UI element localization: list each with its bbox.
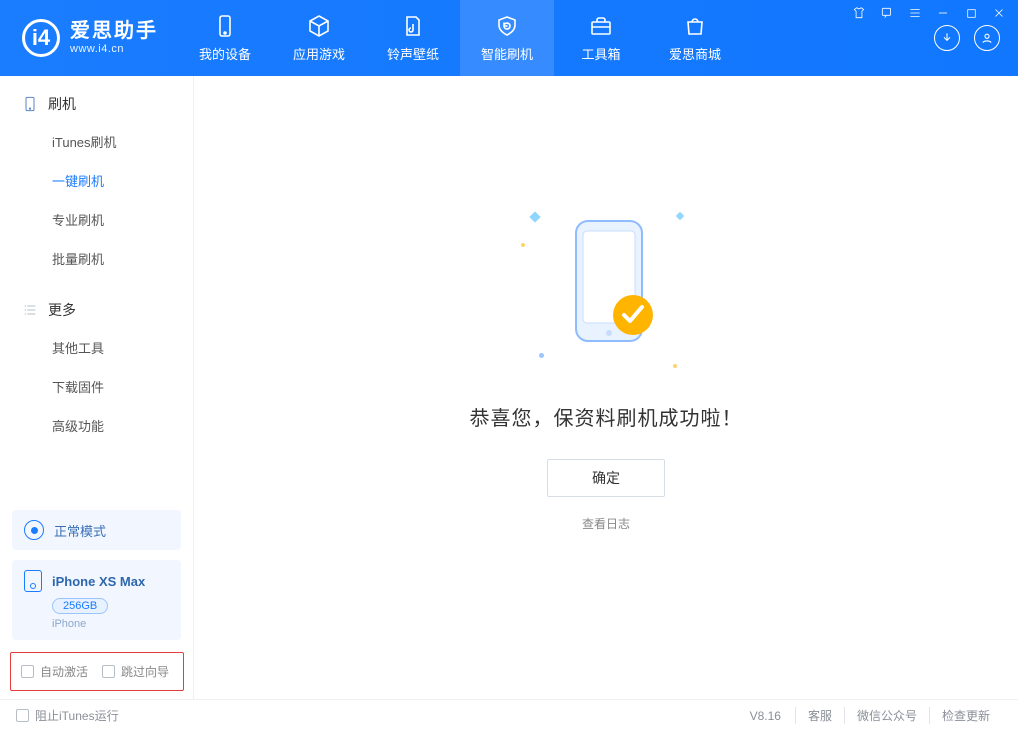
shopping-bag-icon (683, 14, 707, 38)
sidebar-item-itunes-flash[interactable]: iTunes刷机 (0, 122, 193, 161)
nav-label: 工具箱 (581, 44, 620, 63)
download-button[interactable] (934, 25, 960, 51)
device-card[interactable]: iPhone XS Max 256GB iPhone (12, 560, 181, 640)
nav-ringtones-wallpapers[interactable]: 铃声壁纸 (366, 0, 460, 76)
sidebar-heading-label: 更多 (48, 300, 76, 320)
sidebar-group-flash: 刷机 iTunes刷机 一键刷机 专业刷机 批量刷机 (0, 76, 193, 282)
main-content: 恭喜您，保资料刷机成功啦！ 确定 查看日志 (194, 76, 1018, 699)
logo-icon: i4 (22, 19, 60, 57)
sidebar-group-more: 更多 其他工具 下载固件 高级功能 (0, 282, 193, 449)
nav-store[interactable]: 爱思商城 (648, 0, 742, 76)
sidebar-heading-more: 更多 (0, 300, 193, 328)
mode-icon (24, 520, 44, 540)
list-icon (22, 302, 38, 318)
checkbox-box-icon (21, 665, 34, 678)
nav-label: 应用游戏 (293, 44, 345, 63)
flash-options-row: 自动激活 跳过向导 (10, 652, 184, 691)
checkbox-label: 自动激活 (40, 663, 88, 680)
nav-label: 爱思商城 (669, 44, 721, 63)
device-mode-label: 正常模式 (54, 521, 106, 540)
user-account-button[interactable] (974, 25, 1000, 51)
footer-link-wechat[interactable]: 微信公众号 (844, 707, 929, 724)
footer-link-support[interactable]: 客服 (795, 707, 844, 724)
app-logo: i4 爱思助手 www.i4.cn (0, 0, 178, 76)
confirm-button[interactable]: 确定 (547, 459, 665, 497)
menu-icon[interactable] (906, 4, 924, 22)
checkbox-box-icon (102, 665, 115, 678)
brand-subtitle: www.i4.cn (70, 43, 158, 56)
nav-toolbox[interactable]: 工具箱 (554, 0, 648, 76)
version-label: V8.16 (750, 709, 781, 723)
sidebar-item-one-click-flash[interactable]: 一键刷机 (0, 161, 193, 200)
maximize-button[interactable] (962, 4, 980, 22)
title-bar: i4 爱思助手 www.i4.cn 我的设备 应用游戏 铃声壁纸 智能刷机 工具… (0, 0, 1018, 76)
checkbox-block-itunes[interactable]: 阻止iTunes运行 (16, 707, 119, 724)
nav-my-device[interactable]: 我的设备 (178, 0, 272, 76)
success-message: 恭喜您，保资料刷机成功啦！ (470, 402, 743, 431)
device-mode-card[interactable]: 正常模式 (12, 510, 181, 550)
device-name: iPhone XS Max (52, 574, 145, 589)
sidebar-item-pro-flash[interactable]: 专业刷机 (0, 200, 193, 239)
sidebar-item-other-tools[interactable]: 其他工具 (0, 328, 193, 367)
status-bar: 阻止iTunes运行 V8.16 客服 微信公众号 检查更新 (0, 699, 1018, 731)
nav-label: 我的设备 (199, 44, 251, 63)
phone-outline-icon (24, 570, 42, 592)
sidebar-heading-label: 刷机 (48, 94, 76, 114)
nav-label: 智能刷机 (481, 44, 533, 63)
sidebar-item-batch-flash[interactable]: 批量刷机 (0, 239, 193, 278)
device-icon (22, 94, 38, 114)
device-subtype: iPhone (52, 618, 169, 630)
close-button[interactable] (990, 4, 1008, 22)
brand-title: 爱思助手 (70, 20, 158, 43)
device-capacity-badge: 256GB (52, 598, 108, 614)
checkbox-box-icon (16, 709, 29, 722)
checkbox-label: 跳过向导 (121, 663, 169, 680)
nav-smart-flash[interactable]: 智能刷机 (460, 0, 554, 76)
cube-icon (307, 14, 331, 38)
sidebar-item-advanced[interactable]: 高级功能 (0, 406, 193, 445)
nav-label: 铃声壁纸 (387, 44, 439, 63)
sidebar-heading-flash: 刷机 (0, 94, 193, 122)
success-illustration (521, 203, 691, 378)
toolbox-icon (589, 14, 613, 38)
nav-apps-games[interactable]: 应用游戏 (272, 0, 366, 76)
top-nav: 我的设备 应用游戏 铃声壁纸 智能刷机 工具箱 爱思商城 (178, 0, 742, 76)
view-log-link[interactable]: 查看日志 (582, 515, 630, 532)
shirt-icon[interactable] (850, 4, 868, 22)
phone-icon (213, 14, 237, 38)
checkbox-label: 阻止iTunes运行 (35, 707, 119, 724)
music-file-icon (401, 14, 425, 38)
sidebar-item-download-firmware[interactable]: 下载固件 (0, 367, 193, 406)
minimize-button[interactable] (934, 4, 952, 22)
window-controls (850, 4, 1008, 22)
footer-link-check-update[interactable]: 检查更新 (929, 707, 1002, 724)
sidebar: 刷机 iTunes刷机 一键刷机 专业刷机 批量刷机 更多 其他工具 下载固件 … (0, 76, 194, 699)
checkbox-skip-wizard[interactable]: 跳过向导 (102, 663, 169, 680)
feedback-icon[interactable] (878, 4, 896, 22)
checkbox-auto-activate[interactable]: 自动激活 (21, 663, 88, 680)
refresh-shield-icon (495, 14, 519, 38)
